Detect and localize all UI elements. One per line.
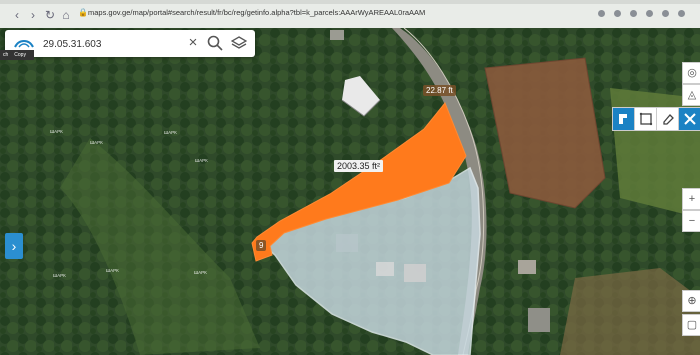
extension-icon[interactable] xyxy=(630,10,637,17)
satellite-map[interactable] xyxy=(0,28,700,355)
eraser-icon[interactable] xyxy=(656,107,680,131)
hill-label: ШАРК xyxy=(195,158,208,163)
layers-icon[interactable] xyxy=(230,35,248,51)
hill-label: ШАРК xyxy=(106,268,119,273)
fullscreen-icon[interactable]: ▢ xyxy=(682,314,700,336)
chevron-right-icon[interactable]: › xyxy=(5,233,23,259)
forward-icon[interactable]: › xyxy=(26,8,40,22)
napr-logo xyxy=(14,40,34,48)
context-menu-item[interactable]: ch xyxy=(3,52,8,58)
search-icon[interactable] xyxy=(207,35,223,51)
measure-label-left: 9 xyxy=(256,240,267,251)
locate-icon[interactable]: ⊕ xyxy=(682,290,700,312)
drawing-toolbar xyxy=(612,107,700,131)
settings-icon[interactable] xyxy=(678,10,685,17)
crossed-tools-icon[interactable] xyxy=(678,107,700,131)
context-menu-copy[interactable]: Copy xyxy=(14,52,26,58)
search-panel: × xyxy=(5,30,255,57)
hill-label: ШАРК xyxy=(90,140,103,145)
context-menu: ch Copy xyxy=(0,50,34,60)
compass-icon[interactable]: ◬ xyxy=(682,84,700,106)
profile-icon[interactable] xyxy=(646,10,653,17)
lock-icon: 🔒 xyxy=(78,8,88,17)
measure-label-top: 22.87 ft xyxy=(423,85,456,96)
area-label: 2003.35 ft² xyxy=(334,160,384,172)
clear-icon[interactable]: × xyxy=(185,35,201,51)
zoom-in-icon[interactable]: + xyxy=(682,188,700,210)
hill-label: ШАРК xyxy=(194,270,207,275)
map-tool-icon[interactable]: ◎ xyxy=(682,62,700,84)
search-input[interactable] xyxy=(41,35,185,53)
reload-icon[interactable]: ↻ xyxy=(43,8,57,22)
zoom-out-icon[interactable]: − xyxy=(682,210,700,232)
hill-label: ШАРК xyxy=(53,273,66,278)
address-bar[interactable]: maps.gov.ge/map/portal#search/result/fr/… xyxy=(88,8,425,17)
back-icon[interactable]: ‹ xyxy=(10,8,24,22)
home-icon[interactable]: ⌂ xyxy=(59,8,73,22)
browser-toolbar: ‹ › ↻ ⌂ 🔒 maps.gov.ge/map/portal#search/… xyxy=(0,0,700,29)
hill-label: ШАРК xyxy=(50,129,63,134)
extension-icon[interactable] xyxy=(614,10,621,17)
draw-icon[interactable] xyxy=(612,107,636,131)
tab-strip xyxy=(0,0,700,4)
menu-icon[interactable] xyxy=(662,10,669,17)
hill-label: ШАРК xyxy=(164,130,177,135)
rect-icon[interactable] xyxy=(634,107,658,131)
extension-icon[interactable] xyxy=(598,10,605,17)
